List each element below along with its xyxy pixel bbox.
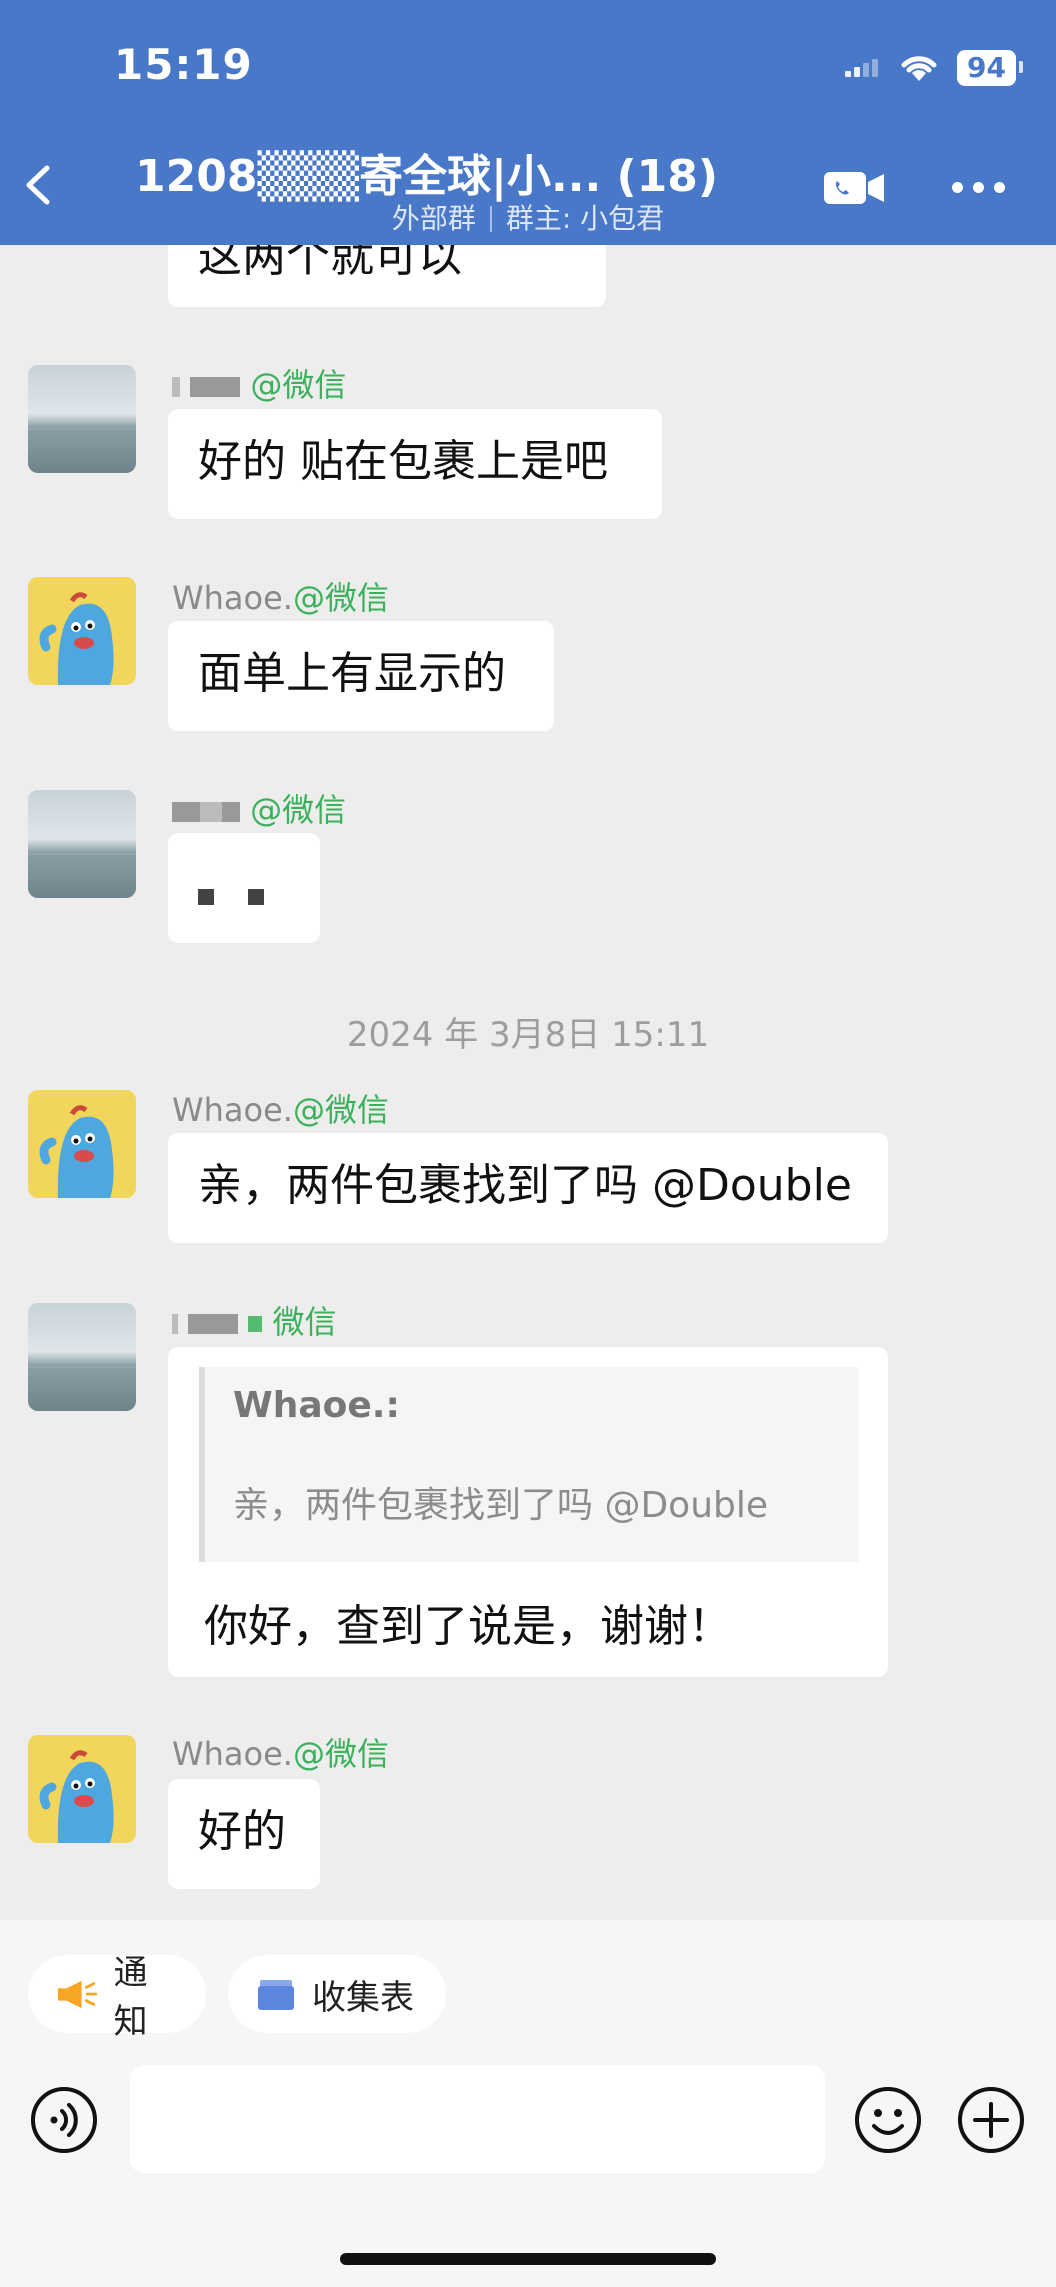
cartoon-avatar-icon: [39, 1105, 114, 1198]
collection-form-icon: [258, 1980, 294, 2010]
sender-name: Whaoe.@微信: [172, 1091, 389, 1129]
megaphone-icon: [57, 1980, 98, 2009]
video-call-icon[interactable]: [822, 168, 886, 208]
message-bubble[interactable]: 好的 贴在包裹上是吧: [168, 409, 662, 519]
timestamp: 2024 年 3月8日 15:11: [346, 1015, 710, 1055]
cell-signal-icon: [845, 59, 881, 77]
more-dots-icon[interactable]: [952, 178, 1008, 198]
sender-name: @微信: [172, 360, 346, 406]
message-bubble[interactable]: 面单上有显示的: [168, 621, 554, 731]
notice-label: 通知: [113, 1953, 148, 2042]
message-bubble[interactable]: 这两个就可以: [168, 245, 606, 307]
avatar[interactable]: [28, 365, 136, 473]
emoji-icon[interactable]: [854, 2086, 922, 2154]
cartoon-avatar-icon: [39, 592, 114, 685]
group-owner: 群主: 小包君: [505, 202, 665, 235]
input-area: 通知 收集表: [0, 1920, 1056, 2287]
message-text: 好的 贴在包裹上是吧: [198, 436, 608, 487]
message-text: 你好，查到了说是，谢谢！: [204, 1601, 732, 1652]
external-group-tag: 外部群: [391, 202, 476, 235]
avatar[interactable]: [28, 1090, 136, 1198]
group-title[interactable]: 1208▒▒▒寄全球|小... (18): [135, 140, 718, 204]
message-text: 面单上有显示的: [198, 648, 506, 699]
avatar[interactable]: [28, 577, 136, 685]
notice-button[interactable]: 通知: [28, 1953, 206, 2042]
group-subtitle: 外部群 群主: 小包君: [0, 197, 1056, 237]
message-list[interactable]: 这两个就可以 @微信 好的 贴在包裹上是吧 Whaoe.@微信 面单上有显示的 …: [0, 245, 1056, 1920]
message-bubble-image[interactable]: [168, 833, 320, 943]
cartoon-avatar-icon: [39, 1750, 114, 1843]
sender-name: 微信: [172, 1297, 337, 1343]
plus-icon[interactable]: [957, 2086, 1025, 2154]
collection-form-button[interactable]: 收集表: [228, 1955, 446, 2033]
avatar[interactable]: [28, 1735, 136, 1843]
message-bubble[interactable]: 亲，两件包裹找到了吗 @Double: [168, 1133, 888, 1243]
chat-header: 15:19 94 1208▒▒▒寄全球|小... (18) 外部群 群主: 小包君: [0, 0, 1056, 245]
message-text: 亲，两件包裹找到了吗 @Double: [198, 1160, 852, 1211]
wifi-icon: [901, 56, 937, 81]
message-input[interactable]: [130, 2065, 825, 2173]
quote-text: 亲，两件包裹找到了吗 @Double: [233, 1485, 769, 1526]
collection-form-label: 收集表: [312, 1977, 414, 2018]
battery-indicator: 94: [957, 50, 1023, 86]
message-text: 这两个就可以: [198, 245, 462, 282]
message-text: 好的: [198, 1806, 286, 1857]
sender-name: @微信: [172, 785, 346, 831]
quoted-message[interactable]: Whaoe.: 亲，两件包裹找到了吗 @Double: [199, 1367, 859, 1562]
avatar[interactable]: [28, 1303, 136, 1411]
status-time: 15:19: [114, 40, 253, 89]
voice-icon[interactable]: [30, 2086, 98, 2154]
home-indicator: [340, 2253, 716, 2265]
sender-name: Whaoe.@微信: [172, 579, 389, 617]
quote-sender: Whaoe.:: [233, 1385, 400, 1426]
status-indicators: 94: [845, 50, 1023, 86]
sender-name: Whaoe.@微信: [172, 1735, 389, 1773]
message-bubble[interactable]: 好的: [168, 1779, 320, 1889]
avatar[interactable]: [28, 790, 136, 898]
